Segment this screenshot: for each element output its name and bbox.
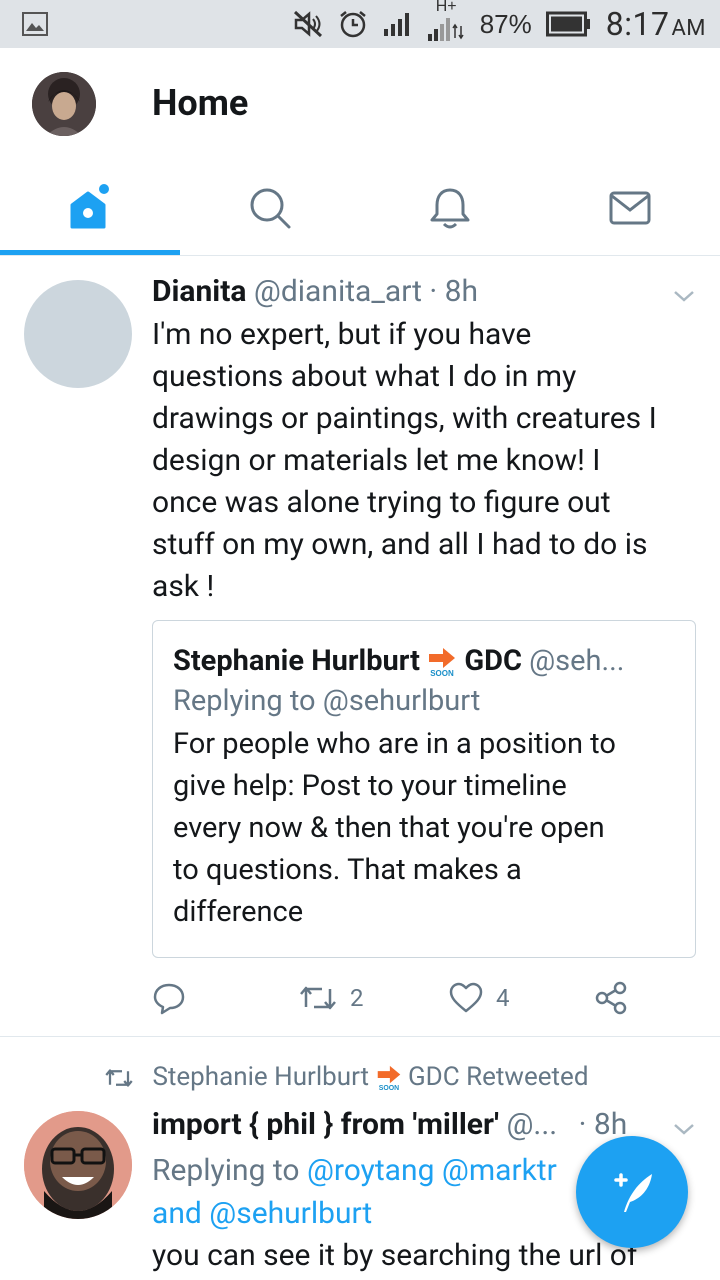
retweeted-label: GDC Retweeted: [407, 1062, 589, 1092]
search-icon: [250, 188, 291, 229]
status-bar: H+ 87% 8:17AM: [0, 0, 720, 48]
replying-label: Replying to: [152, 1153, 300, 1188]
quoted-tweet[interactable]: Stephanie Hurlburt SOON GDC @seh... Repl…: [152, 620, 696, 958]
tab-notifications[interactable]: [360, 160, 540, 256]
compose-quill-icon: [614, 1173, 652, 1212]
clock-ampm: AM: [671, 16, 706, 41]
battery-percent: 87%: [479, 8, 532, 39]
tweet-line: questions about what I do in my: [152, 359, 577, 394]
tweet[interactable]: Dianita @dianita_art · 8h I'm no expert,…: [0, 256, 720, 1036]
avatar[interactable]: [24, 280, 132, 388]
share-button[interactable]: [594, 981, 628, 1015]
profile-photo: [32, 72, 96, 136]
tweet-line: design or materials let me know! I: [152, 443, 601, 478]
retweet-button[interactable]: 2: [298, 983, 364, 1013]
signal-icon: [383, 13, 409, 36]
quoted-line: For people who are in a position to: [173, 727, 616, 761]
reply-icon: [153, 983, 185, 1015]
clock: 8:17AM: [606, 5, 706, 43]
tweet-line: ask !: [152, 569, 215, 604]
chevron-down-icon[interactable]: [672, 1117, 696, 1141]
svg-text:SOON: SOON: [430, 669, 454, 678]
tweet-time: · 8h: [429, 274, 479, 309]
author-name[interactable]: Dianita: [152, 274, 246, 309]
alarm-icon: [339, 11, 366, 38]
quoted-tweet-header: Stephanie Hurlburt SOON GDC @seh...: [173, 641, 675, 681]
quoted-line: difference: [173, 895, 304, 929]
tweet-actions: 2 4: [152, 978, 652, 1018]
tab-messages[interactable]: [540, 160, 720, 256]
mention-link[interactable]: @marktr: [442, 1153, 557, 1188]
tweet-header: import { phil } from 'miller' @... · 8h: [152, 1105, 632, 1145]
profile-avatar[interactable]: [32, 72, 96, 136]
quoted-replying-to: Replying to @sehurlburt: [173, 684, 481, 718]
retweet-icon: [105, 1069, 133, 1087]
page-title: Home: [152, 82, 249, 124]
battery-icon: [545, 11, 590, 37]
author-handle: @dianita_art: [253, 274, 422, 309]
tweet-line: once was alone trying to figure out: [152, 485, 611, 520]
mail-icon: [609, 191, 651, 225]
chevron-down-icon[interactable]: [672, 284, 696, 308]
quoted-author-name-suffix: GDC: [464, 644, 522, 678]
share-icon: [595, 981, 627, 1015]
home-icon: [70, 184, 109, 229]
mute-icon: [293, 10, 322, 38]
quoted-line: every now & then that you're open: [173, 811, 605, 845]
tab-search[interactable]: [180, 160, 360, 256]
retweet-icon: [300, 986, 336, 1010]
reply-button[interactable]: [152, 981, 186, 1015]
app-header: Home: [0, 48, 720, 256]
mention-link[interactable]: @sehurlburt: [209, 1196, 372, 1231]
soon-arrow-icon: SOON: [429, 648, 456, 678]
network-type: H+: [435, 0, 457, 15]
quoted-tweet-text: For people who are in a position to give…: [173, 723, 675, 933]
tab-home[interactable]: [0, 160, 180, 256]
retweeter-name[interactable]: Stephanie Hurlburt: [152, 1062, 369, 1092]
replying-and: and: [152, 1196, 202, 1231]
compose-tweet-button[interactable]: [576, 1136, 688, 1248]
author-name[interactable]: import { phil } from 'miller': [152, 1107, 499, 1142]
soon-arrow-icon: SOON: [377, 1065, 400, 1092]
retweet-context: Stephanie Hurlburt SOON GDC Retweeted: [104, 1059, 589, 1095]
quoted-author-handle: @seh...: [529, 644, 625, 678]
tweet-line: stuff on my own, and all I had to do is: [152, 527, 648, 562]
tweet-header: Dianita @dianita_art · 8h: [152, 272, 652, 312]
retweet-count: 2: [350, 984, 364, 1012]
tweet-line: drawings or paintings, with creatures I: [152, 401, 657, 436]
tweet-line: I'm no expert, but if you have: [152, 317, 532, 352]
quoted-line: to questions. That makes a: [173, 853, 522, 887]
avatar[interactable]: [24, 1111, 132, 1219]
author-handle: @...: [506, 1107, 558, 1142]
mention-link[interactable]: @roytang: [307, 1153, 434, 1188]
quoted-line: give help: Post to your timeline: [173, 769, 567, 803]
data-signal-icon: H+: [426, 0, 466, 44]
heart-icon: [449, 982, 483, 1013]
svg-text:SOON: SOON: [378, 1085, 398, 1092]
clock-time: 8:17: [605, 5, 670, 43]
active-tab-indicator: [0, 250, 180, 255]
quoted-author-name: Stephanie Hurlburt: [173, 644, 420, 678]
tab-bar: [0, 160, 720, 256]
like-count: 4: [496, 984, 510, 1012]
tweet-text: I'm no expert, but if you have questions…: [152, 314, 712, 608]
bell-icon: [430, 188, 470, 229]
like-button[interactable]: 4: [448, 982, 510, 1014]
gallery-notification-icon: [22, 12, 48, 36]
avatar-photo: [24, 1111, 132, 1219]
